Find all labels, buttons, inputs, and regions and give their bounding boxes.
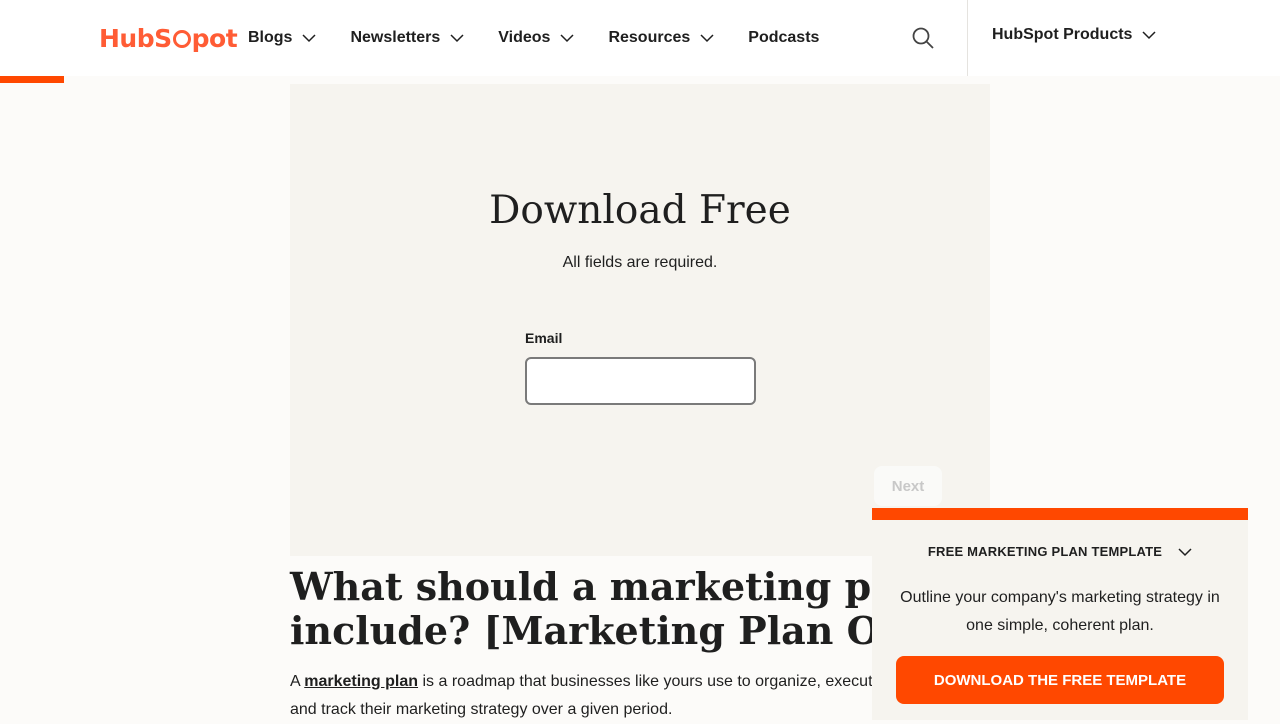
logo-text-hub: Hub xyxy=(99,23,155,53)
cta-toggle[interactable]: FREE MARKETING PLAN TEMPLATE xyxy=(872,544,1248,559)
form-subtitle: All fields are required. xyxy=(562,254,718,271)
logo-text-pot: pot xyxy=(191,23,238,53)
download-form-panel: Download Free All fields are required. E… xyxy=(290,84,990,556)
top-navigation: Hub Spot Blogs Newsletters Videos Resourc… xyxy=(0,0,1280,76)
chevron-down-icon xyxy=(450,34,464,43)
cta-description: Outline your company's marketing strateg… xyxy=(900,589,1220,634)
header-divider xyxy=(967,0,968,76)
products-label: HubSpot Products xyxy=(992,26,1133,43)
hubspot-logo[interactable]: Hub Spot xyxy=(99,22,238,54)
nav-item-resources[interactable]: Resources xyxy=(608,29,714,47)
chevron-down-icon xyxy=(1178,547,1192,556)
nav-item-podcasts[interactable]: Podcasts xyxy=(748,29,819,47)
search-icon[interactable] xyxy=(911,26,935,50)
body-text: A xyxy=(290,673,305,690)
chevron-down-icon xyxy=(700,34,714,43)
nav-item-blogs[interactable]: Blogs xyxy=(248,29,316,47)
nav-label: Newsletters xyxy=(350,29,441,46)
email-input[interactable] xyxy=(525,357,756,405)
article-heading-line: What should a marketing plan xyxy=(290,564,938,609)
nav-label: Blogs xyxy=(248,29,293,46)
cta-accent-bar xyxy=(872,508,1248,520)
template-cta-card: FREE MARKETING PLAN TEMPLATE Outline you… xyxy=(872,508,1248,720)
article-paragraph: A marketing plan is a roadmap that busin… xyxy=(290,668,890,724)
nav-item-newsletters[interactable]: Newsletters xyxy=(350,29,464,47)
article-heading-line: include? [Marketing Plan Outline] xyxy=(290,608,1024,653)
chevron-down-icon xyxy=(302,34,316,43)
form-title: Download Free xyxy=(489,188,791,233)
download-template-button[interactable]: DOWNLOAD THE FREE TEMPLATE xyxy=(896,656,1224,704)
nav-label: Podcasts xyxy=(748,29,820,46)
nav-label: Videos xyxy=(498,29,551,46)
chevron-down-icon xyxy=(1142,31,1156,40)
article-heading: What should a marketing plan include? [M… xyxy=(290,564,1024,653)
nav-item-videos[interactable]: Videos xyxy=(498,29,574,47)
next-button[interactable]: Next xyxy=(874,466,942,506)
email-label: Email xyxy=(525,330,563,346)
chevron-down-icon xyxy=(560,34,574,43)
main-nav: Blogs Newsletters Videos Resources Podca… xyxy=(248,26,853,50)
cta-heading: FREE MARKETING PLAN TEMPLATE xyxy=(927,544,1163,559)
nav-label: Resources xyxy=(608,29,691,46)
hubspot-products-menu[interactable]: HubSpot Products xyxy=(992,26,1156,44)
reading-progress-bar xyxy=(0,76,64,83)
sprocket-icon xyxy=(172,30,191,48)
marketing-plan-link[interactable]: marketing plan xyxy=(304,673,418,690)
